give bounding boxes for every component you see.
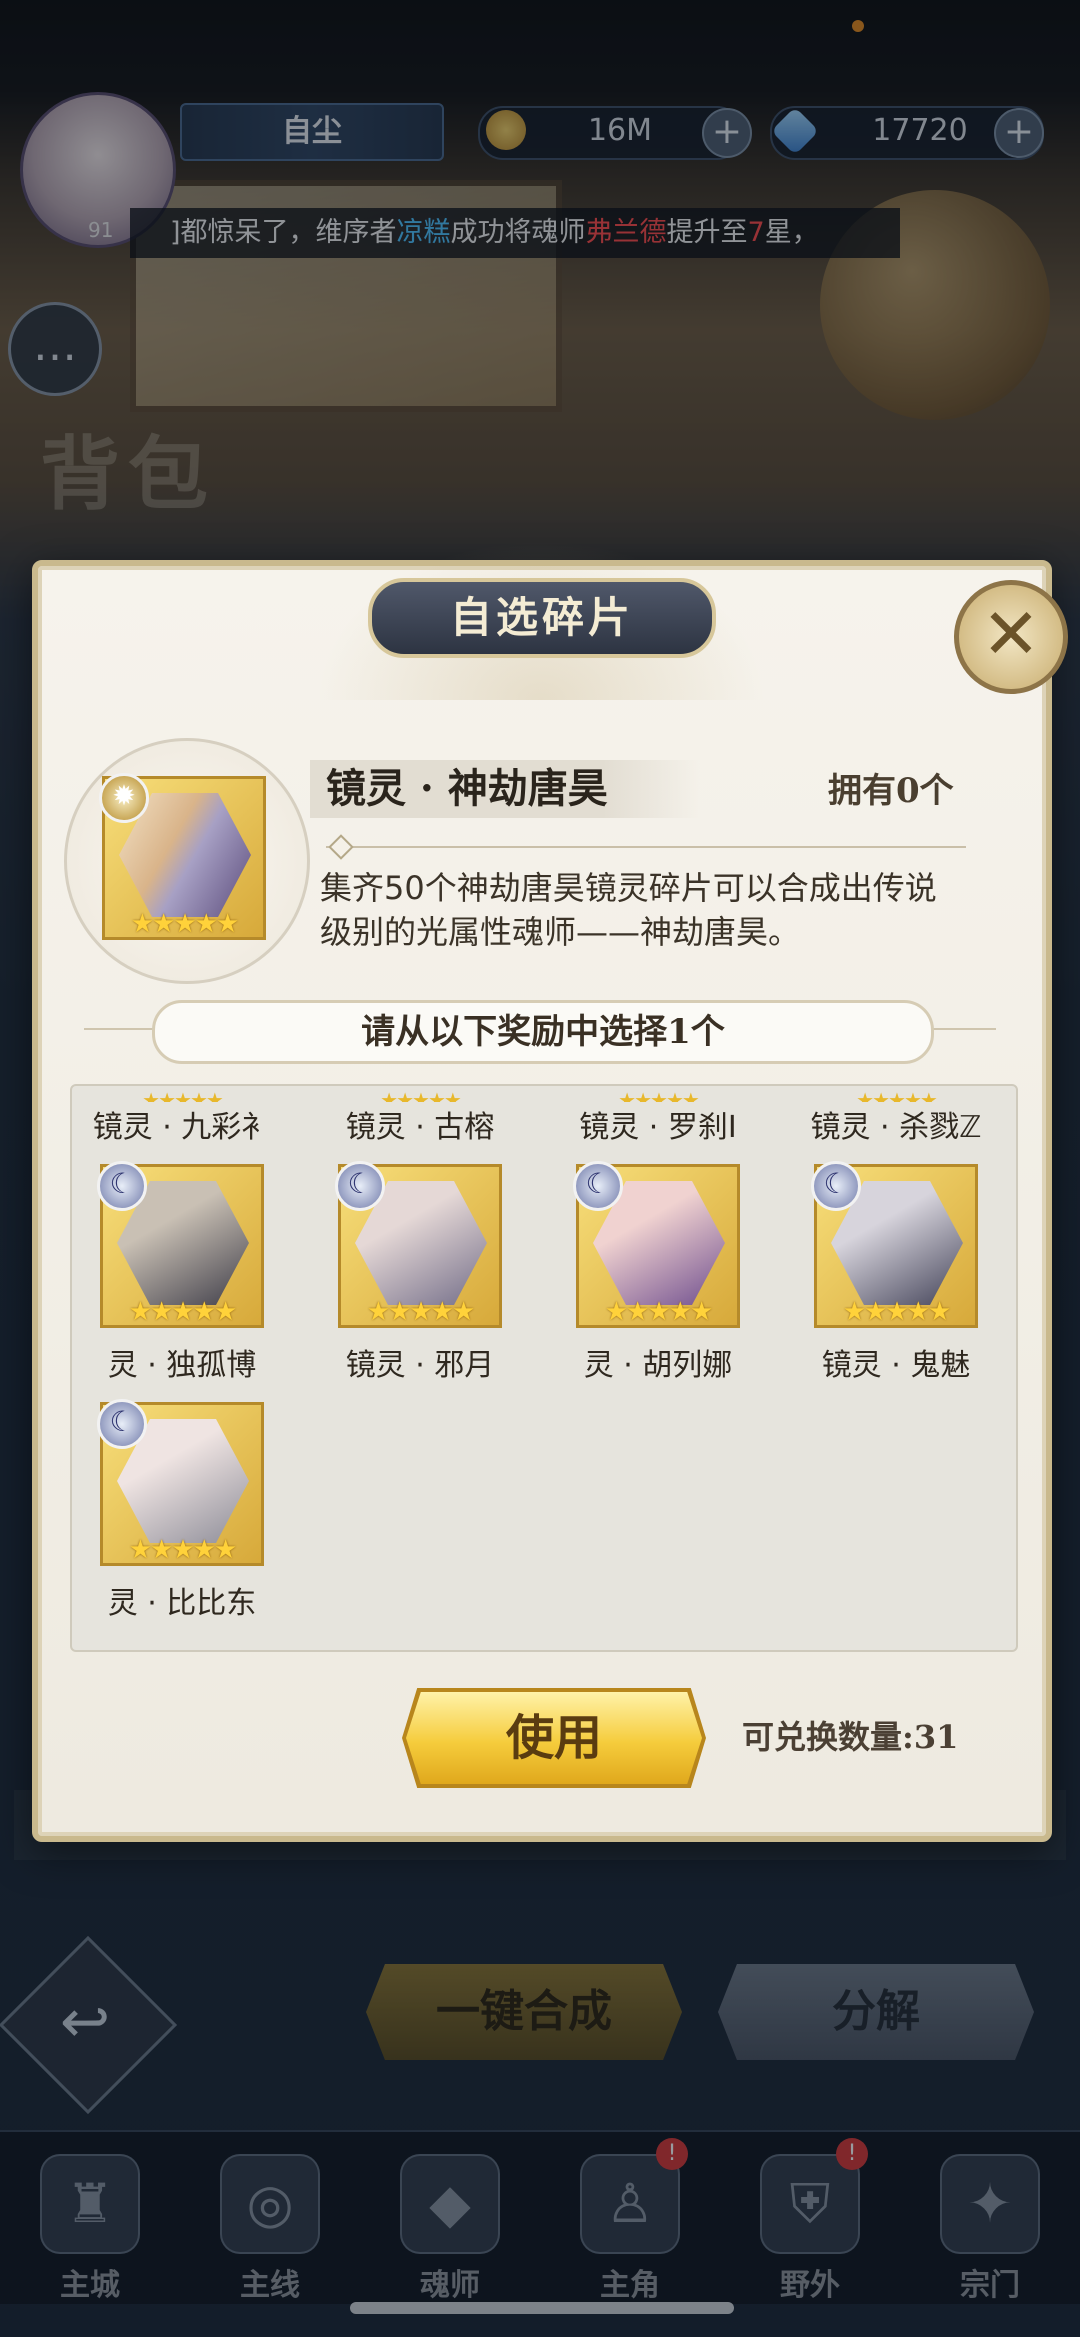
option-label-partial: 镜灵 · 古榕 [345, 1110, 495, 1145]
use-button[interactable]: 使用 [406, 1692, 702, 1784]
moon-element-icon: ☾ [335, 1161, 385, 1211]
owned-count: 拥有0个 [828, 771, 954, 811]
option-label: 灵 · 独孤博 [107, 1348, 257, 1383]
close-icon: ✕ [981, 593, 1041, 675]
star-rating: ★★★★★ [842, 1297, 952, 1327]
divider [326, 846, 966, 848]
option-label: 灵 · 胡列娜 [583, 1348, 733, 1383]
option-card[interactable]: ☾ ★★★★★ [97, 1161, 264, 1328]
moon-element-icon: ☾ [573, 1161, 623, 1211]
star-rating: ★★★★★ [604, 1297, 714, 1327]
option-label: 镜灵 · 邪月 [345, 1348, 495, 1383]
option-card[interactable]: ☾ ★★★★★ [97, 1399, 264, 1566]
exchange-count: 可兑换数量:31 [742, 1718, 959, 1756]
partial-star-rating: ★★★★★ [856, 1088, 938, 1102]
moon-element-icon: ☾ [97, 1399, 147, 1449]
banner-line-right [926, 1028, 996, 1030]
option-card[interactable]: ☾ ★★★★★ [573, 1161, 740, 1328]
dialog-title: 自选碎片 [368, 578, 716, 658]
option-card[interactable]: ☾ ★★★★★ [811, 1161, 978, 1328]
star-rating: ★★★★★ [128, 1535, 238, 1565]
select-prompt: 请从以下奖励中选择1个 [152, 1000, 934, 1064]
banner-line-left [84, 1028, 154, 1030]
option-card[interactable]: ☾ ★★★★★ [335, 1161, 502, 1328]
option-label-partial: 镜灵 · 九彩衤 [92, 1110, 272, 1145]
option-label: 镜灵 · 鬼魅 [821, 1348, 971, 1383]
close-button[interactable]: ✕ [954, 580, 1068, 694]
partial-star-rating: ★★★★★ [618, 1088, 700, 1102]
moon-element-icon: ☾ [811, 1161, 861, 1211]
star-rating: ★★★★★ [128, 1297, 238, 1327]
partial-star-rating: ★★★★★ [142, 1088, 224, 1102]
option-label-partial: 镜灵 · 罗刹Ⅰ [579, 1110, 737, 1145]
partial-star-rating: ★★★★★ [380, 1088, 462, 1102]
hero-card[interactable]: ✹ ★★★★★ [99, 773, 266, 940]
option-label: 灵 · 比比东 [107, 1586, 257, 1621]
hero-description: 集齐50个神劫唐昊镜灵碎片可以合成出传说级别的光属性魂师——神劫唐昊。 [320, 869, 937, 951]
light-element-icon: ✹ [99, 773, 149, 823]
star-rating: ★★★★★ [130, 909, 240, 939]
hero-name: 镜灵 · 神劫唐昊 [326, 765, 608, 812]
option-label-partial: 镜灵 · 杀戮ℤ [810, 1110, 982, 1145]
moon-element-icon: ☾ [97, 1161, 147, 1211]
star-rating: ★★★★★ [366, 1297, 476, 1327]
